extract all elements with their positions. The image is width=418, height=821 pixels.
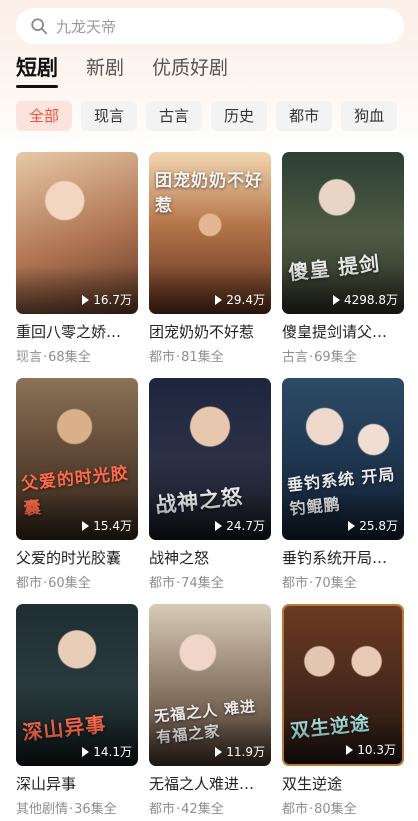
card-title[interactable]: 无福之人难进…: [149, 773, 271, 794]
view-count: 11.9万: [215, 743, 265, 760]
drama-card[interactable]: 无福之人 难进有福之家 11.9万 无福之人难进… 都市·42集全: [149, 604, 271, 821]
play-icon: [215, 294, 223, 305]
view-count: 14.1万: [82, 743, 132, 760]
drama-card[interactable]: 深山异事 14.1万 深山异事 其他剧情·36集全: [16, 604, 138, 821]
card-title[interactable]: 傻皇提剑请父…: [282, 321, 404, 342]
card-meta: 现言·68集全: [16, 350, 91, 365]
card-meta: 都市·60集全: [16, 576, 91, 591]
view-count: 24.7万: [215, 517, 265, 534]
play-icon: [346, 744, 354, 755]
poster[interactable]: 垂钓系统 开局钓鲲鹏 25.8万: [282, 378, 404, 540]
poster[interactable]: 16.7万: [16, 152, 138, 314]
tab-new-drama[interactable]: 新剧: [86, 54, 124, 84]
poster[interactable]: 双生逆途 10.3万: [282, 604, 404, 766]
card-meta: 都市·74集全: [149, 576, 224, 591]
drama-card[interactable]: 父爱的时光胶囊 15.4万 父爱的时光胶囊 都市·60集全: [16, 378, 138, 604]
card-meta: 古言·69集全: [282, 350, 357, 365]
drama-card[interactable]: 双生逆途 10.3万 双生逆途 都市·80集全: [282, 604, 404, 821]
drama-grid: 16.7万 重回八零之娇… 现言·68集全 团宠奶奶不好惹 29.4万 团宠奶奶…: [16, 152, 404, 821]
top-tabs: 短剧 新剧 优质好剧: [16, 54, 256, 88]
card-title[interactable]: 深山异事: [16, 773, 138, 794]
view-count: 16.7万: [82, 291, 132, 308]
poster[interactable]: 无福之人 难进有福之家 11.9万: [149, 604, 271, 766]
card-meta: 都市·81集全: [149, 350, 224, 365]
play-icon: [348, 520, 356, 531]
card-meta: 都市·42集全: [149, 802, 224, 817]
play-icon: [215, 746, 223, 757]
search-placeholder: 九龙天帝: [56, 17, 117, 36]
page: 九龙天帝 短剧 新剧 优质好剧 全部 现言 古言 历史 都市 狗血 16.7万 …: [0, 0, 418, 821]
drama-card[interactable]: 团宠奶奶不好惹 29.4万 团宠奶奶不好惹 都市·81集全: [149, 152, 271, 378]
chip-history[interactable]: 历史: [211, 101, 268, 131]
drama-card[interactable]: 垂钓系统 开局钓鲲鹏 25.8万 垂钓系统开局… 都市·70集全: [282, 378, 404, 604]
search-bar[interactable]: 九龙天帝: [16, 8, 404, 44]
drama-card[interactable]: 战神之怒 24.7万 战神之怒 都市·74集全: [149, 378, 271, 604]
chip-urban[interactable]: 都市: [276, 101, 333, 131]
chip-all[interactable]: 全部: [16, 101, 73, 131]
card-meta: 都市·70集全: [282, 576, 357, 591]
poster[interactable]: 傻皇 提剑 4298.8万: [282, 152, 404, 314]
play-icon: [82, 520, 90, 531]
play-icon: [82, 294, 90, 305]
play-icon: [82, 746, 90, 757]
category-chips: 全部 现言 古言 历史 都市 狗血: [16, 101, 418, 131]
card-title[interactable]: 战神之怒: [149, 547, 271, 568]
play-icon: [333, 294, 340, 305]
tab-quality-drama[interactable]: 优质好剧: [152, 54, 228, 84]
view-count: 25.8万: [348, 517, 398, 534]
poster[interactable]: 深山异事 14.1万: [16, 604, 138, 766]
poster[interactable]: 团宠奶奶不好惹 29.4万: [149, 152, 271, 314]
view-count: 10.3万: [346, 741, 396, 758]
view-count: 29.4万: [215, 291, 265, 308]
view-count: 15.4万: [82, 517, 132, 534]
chip-melodrama[interactable]: 狗血: [341, 101, 398, 131]
tab-short-drama[interactable]: 短剧: [16, 54, 58, 88]
card-title[interactable]: 重回八零之娇…: [16, 321, 138, 342]
drama-card[interactable]: 16.7万 重回八零之娇… 现言·68集全: [16, 152, 138, 378]
card-meta: 都市·80集全: [282, 802, 357, 817]
card-title[interactable]: 双生逆途: [282, 773, 404, 794]
drama-card[interactable]: 傻皇 提剑 4298.8万 傻皇提剑请父… 古言·69集全: [282, 152, 404, 378]
poster[interactable]: 战神之怒 24.7万: [149, 378, 271, 540]
card-meta: 其他剧情·36集全: [16, 802, 117, 817]
play-icon: [215, 520, 223, 531]
chip-modern-romance[interactable]: 现言: [81, 101, 138, 131]
poster[interactable]: 父爱的时光胶囊 15.4万: [16, 378, 138, 540]
poster-title-art: 团宠奶奶不好惹: [155, 171, 263, 216]
card-title[interactable]: 团宠奶奶不好惹: [149, 321, 271, 342]
card-title[interactable]: 父爱的时光胶囊: [16, 547, 138, 568]
card-title[interactable]: 垂钓系统开局…: [282, 547, 404, 568]
search-icon: [31, 18, 48, 35]
chip-ancient-romance[interactable]: 古言: [146, 101, 203, 131]
view-count: 4298.8万: [333, 291, 398, 308]
